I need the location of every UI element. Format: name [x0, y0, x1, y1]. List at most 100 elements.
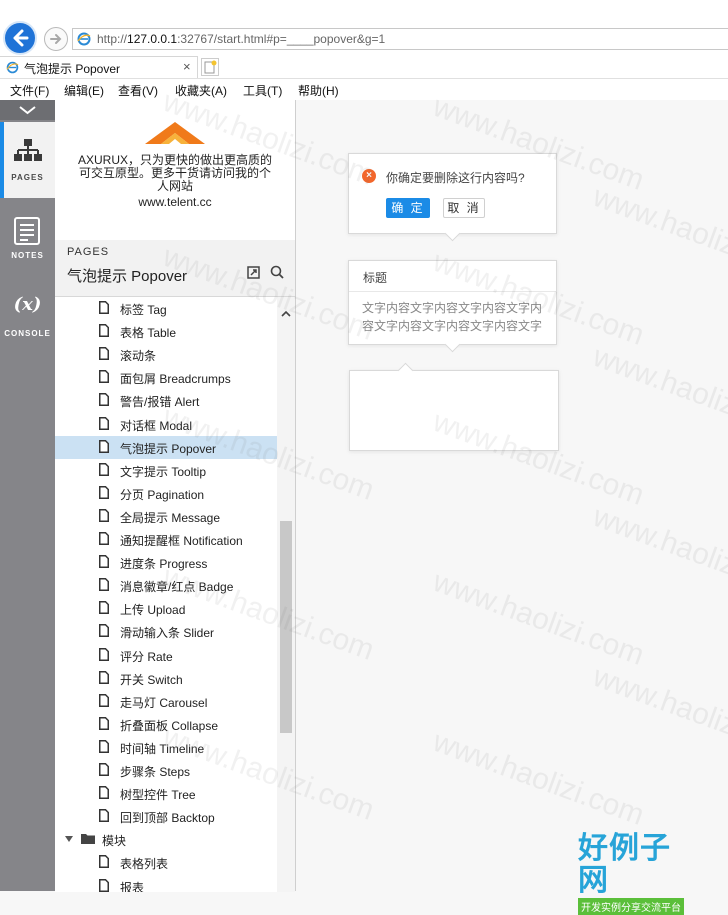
page-icon [99, 462, 109, 476]
page-icon [99, 763, 109, 776]
page-item[interactable]: 表格 Table [55, 320, 277, 343]
caret-down-icon[interactable] [65, 836, 73, 843]
page-icon [99, 508, 109, 522]
page-item[interactable]: 报表 [55, 875, 277, 892]
page-label: 进度条 Progress [120, 557, 208, 572]
page-item[interactable]: 树型控件 Tree [55, 782, 277, 805]
close-tab-icon[interactable]: × [183, 59, 191, 74]
scrollbar-thumb[interactable] [280, 521, 292, 733]
axurux-logo [145, 122, 205, 144]
page-label: 通知提醒框 Notification [120, 534, 243, 548]
collapse-toggle[interactable] [0, 100, 55, 120]
card-popover: 标题 文字内容文字内容文字内容文字内容文字内容文字内容文字内容文字 [348, 260, 557, 345]
chevron-down-icon [19, 106, 36, 115]
page-label: 步骤条 Steps [120, 765, 191, 779]
back-button[interactable] [3, 21, 37, 55]
page-label: 表格 Table [120, 326, 177, 341]
page-icon [99, 878, 109, 892]
page-label: 消息徽章/红点 Badge [120, 580, 234, 595]
page-item[interactable]: 气泡提示 Popover [55, 435, 277, 459]
forward-button[interactable] [44, 27, 68, 51]
confirm-message: 你确定要删除这行内容吗? [386, 171, 525, 185]
page-item[interactable]: 消息徽章/红点 Badge [55, 574, 277, 597]
page-label: 全局提示 Message [120, 510, 221, 525]
page-item[interactable]: 全局提示 Message [55, 505, 277, 528]
page-item[interactable]: 分页 Pagination [55, 482, 277, 505]
page-item[interactable]: 评分 Rate [55, 644, 277, 667]
page-item[interactable]: 回到顶部 Backtop [55, 805, 277, 828]
page-label: 文字提示 Tooltip [120, 464, 207, 479]
page-icon [99, 601, 109, 615]
page-item[interactable]: 滚动条 [55, 343, 277, 366]
page-label: 滑动输入条 Slider [120, 626, 215, 641]
page-item[interactable]: 步骤条 Steps [55, 759, 277, 782]
address-bar[interactable]: http://127.0.0.1:32767/start.html#p=____… [72, 28, 728, 50]
empty-popover [349, 370, 559, 451]
page-item[interactable]: 面包屑 Breadcrumps [55, 366, 277, 389]
expand-icon[interactable] [247, 266, 260, 279]
page-label: 面包屑 Breadcrumps [120, 372, 231, 387]
page-item[interactable]: 文字提示 Tooltip [55, 459, 277, 482]
folder-item[interactable]: 模块 [55, 828, 277, 851]
page-label: 分页 Pagination [120, 487, 205, 502]
page-label: 滚动条 [120, 349, 157, 364]
confirm-button[interactable]: 确 定 [386, 198, 430, 218]
page-item[interactable]: 标签 Tag [55, 297, 277, 320]
page-icon [99, 647, 109, 661]
tab-strip: 气泡提示 Popover × [0, 56, 728, 79]
page-item[interactable]: 警告/报错 Alert [55, 389, 277, 412]
rail-tab-console[interactable]: (x) CONSOLE [0, 278, 55, 354]
page-item[interactable]: 走马灯 Carousel [55, 690, 277, 713]
close-circle-icon: × [362, 169, 376, 183]
menu-view[interactable]: 查看(V) [118, 82, 158, 99]
arrow-right-icon [50, 34, 62, 44]
scrollbar[interactable] [277, 297, 295, 892]
page-item[interactable]: 通知提醒框 Notification [55, 528, 277, 551]
menu-file[interactable]: 文件(F) [10, 82, 49, 99]
divider [349, 291, 556, 292]
ie-icon [77, 32, 91, 46]
page-item[interactable]: 进度条 Progress [55, 551, 277, 574]
page-item[interactable]: 开关 Switch [55, 667, 277, 690]
pages-tree: 标签 Tag 表格 Table 滚动条面包屑 Breadcrumps 警告/报错 Al… [55, 296, 295, 892]
page-label: 警告/报错 Alert [120, 395, 200, 410]
page-item[interactable]: 时间轴 Timeline [55, 736, 277, 759]
page-icon [99, 439, 109, 453]
page-item[interactable]: 折叠面板 Collapse [55, 713, 277, 736]
menu-edit[interactable]: 编辑(E) [64, 82, 104, 99]
page-item[interactable]: 对话框 Modal [55, 413, 277, 436]
page-item[interactable]: 上传 Upload [55, 597, 277, 620]
rail-label-notes: NOTES [11, 251, 44, 260]
chevron-up-icon[interactable] [281, 309, 291, 319]
page-item[interactable]: 表格列表 [55, 851, 277, 874]
page-label: 对话框 Modal [120, 418, 193, 433]
page-icon [99, 301, 109, 314]
page-icon [99, 324, 109, 338]
browser-tab-active[interactable]: 气泡提示 Popover × [0, 56, 198, 78]
page-icon [99, 532, 109, 545]
menu-tools[interactable]: 工具(T) [243, 82, 282, 99]
page-label: 走马灯 Carousel [120, 695, 208, 710]
menu-help[interactable]: 帮助(H) [298, 82, 339, 99]
search-icon[interactable] [270, 265, 284, 279]
page-icon [99, 578, 109, 592]
page-label: 开关 Switch [120, 672, 183, 687]
logo-url[interactable]: www.telent.cc [75, 195, 275, 209]
arrow-left-icon [13, 29, 29, 47]
page-icon [99, 670, 109, 684]
rail-tab-pages[interactable]: PAGES [0, 122, 55, 198]
page-label: 表格列表 [120, 857, 169, 872]
page-icon [99, 855, 109, 869]
page-icon [99, 393, 109, 407]
console-icon: (x) [13, 294, 42, 315]
menu-favorites[interactable]: 收藏夹(A) [175, 82, 227, 99]
pages-panel: AXURUX，只为更快的做出更高质的可交互原型。更多干货请访问我的个人网站 ww… [55, 100, 296, 892]
new-tab-button[interactable] [201, 58, 219, 76]
cancel-button[interactable]: 取 消 [443, 198, 485, 218]
page-icon [99, 416, 109, 430]
rail-tab-notes[interactable]: NOTES [0, 200, 55, 276]
rail-label-console: CONSOLE [4, 329, 51, 338]
page-item[interactable]: 滑动输入条 Slider [55, 620, 277, 643]
brand-watermark: 好例子网 开发实例分享交流平台 [578, 833, 698, 915]
ie-icon [6, 61, 19, 74]
